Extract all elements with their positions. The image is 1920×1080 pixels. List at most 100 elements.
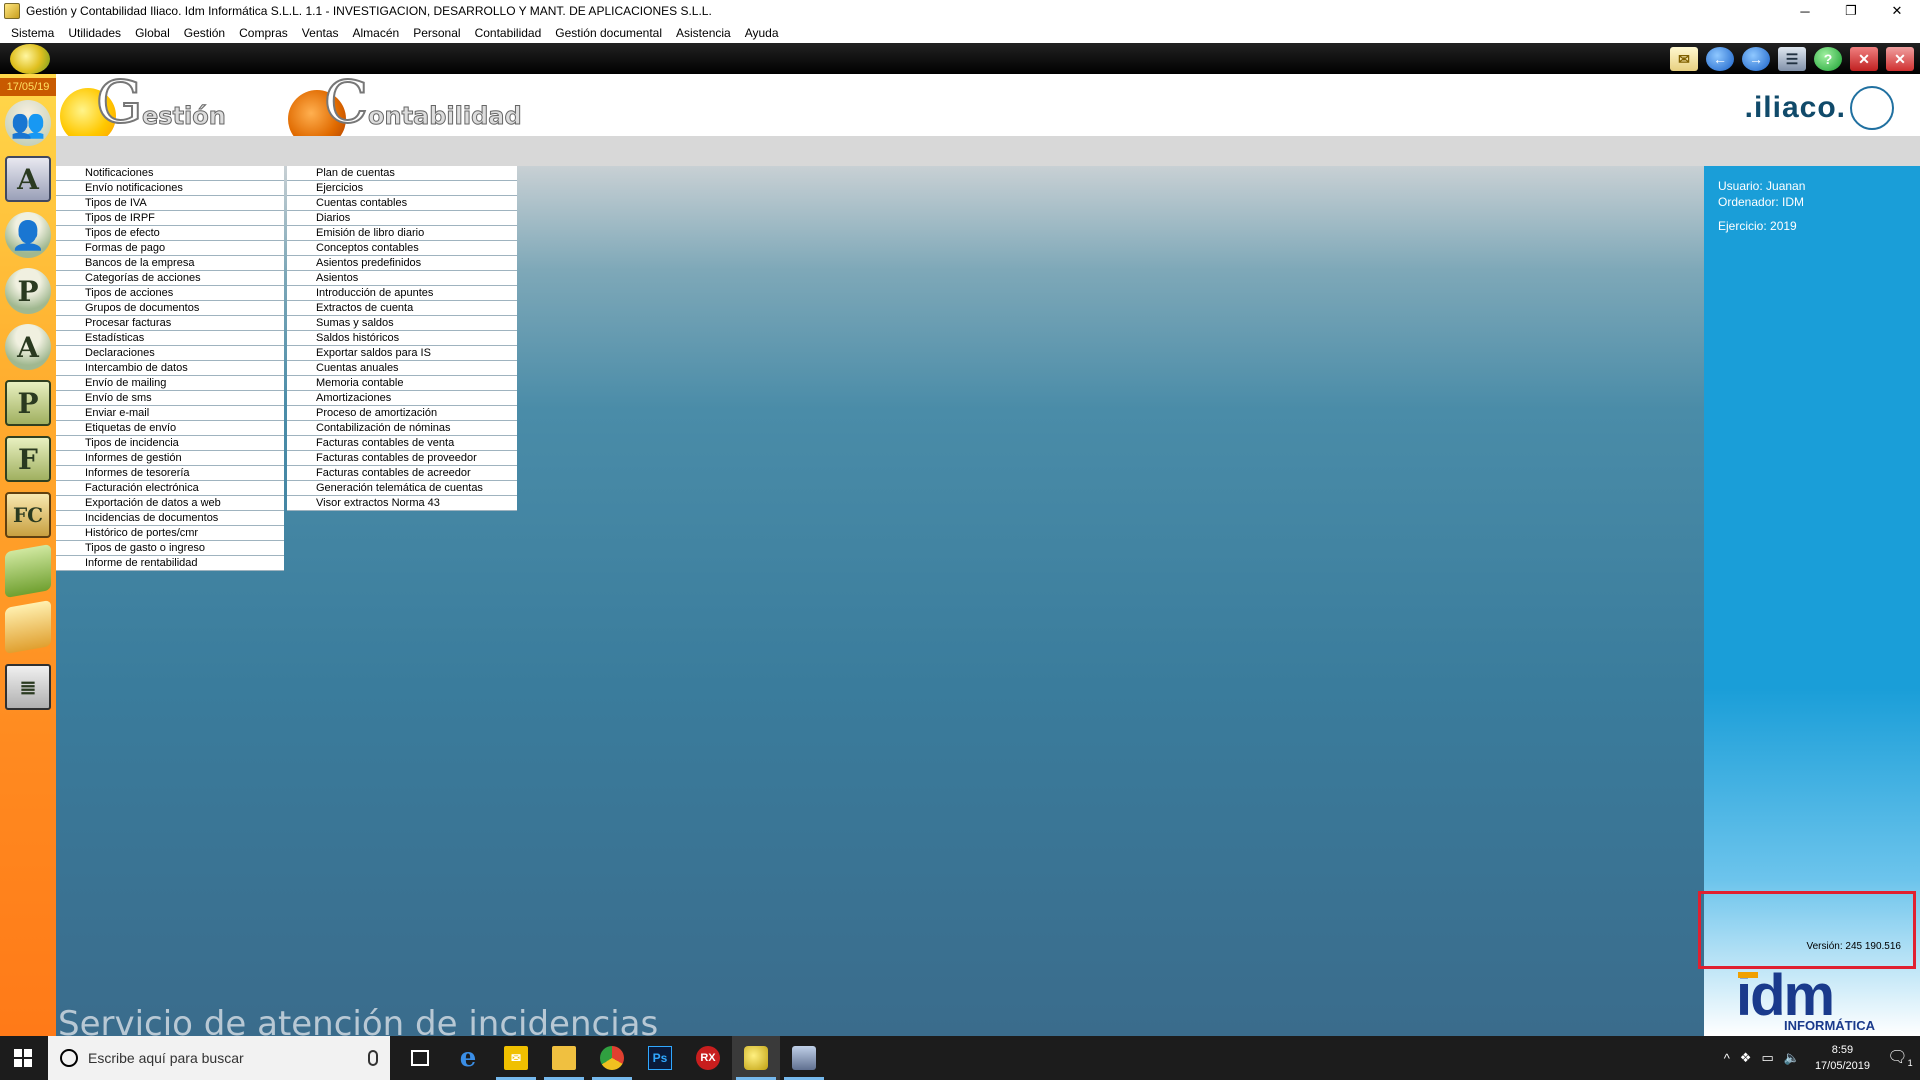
fc-document-icon[interactable]: FC <box>5 492 51 538</box>
menu-item-formas-de-pago[interactable]: Formas de pago <box>56 241 284 256</box>
minimize-button[interactable]: ─ <box>1782 0 1828 22</box>
menu-contabilidad[interactable]: Contabilidad <box>468 26 549 40</box>
taskbar-clock[interactable]: 8:59 17/05/2019 <box>1815 1042 1870 1074</box>
list-icon[interactable]: ☰ <box>1778 47 1806 71</box>
client-icon[interactable]: 👤 <box>5 212 51 258</box>
menu-item-cuentas-contables[interactable]: Cuentas contables <box>287 196 517 211</box>
menu-item-facturacion-electronica[interactable]: Facturación electrónica <box>56 481 284 496</box>
menu-item-amortizaciones[interactable]: Amortizaciones <box>287 391 517 406</box>
menu-item-envio-notificaciones[interactable]: Envío notificaciones <box>56 181 284 196</box>
agenda-a-icon[interactable]: A <box>5 156 51 202</box>
menu-item-cuentas-anuales[interactable]: Cuentas anuales <box>287 361 517 376</box>
menu-ventas[interactable]: Ventas <box>295 26 346 40</box>
menu-item-contabilizacion-de-nominas[interactable]: Contabilización de nóminas <box>287 421 517 436</box>
close-window-icon[interactable]: ✕ <box>1850 47 1878 71</box>
taskbar-file-explorer-button[interactable] <box>540 1036 588 1080</box>
menu-item-enviar-e-mail[interactable]: Enviar e-mail <box>56 406 284 421</box>
taskbar-chrome-button[interactable] <box>588 1036 636 1080</box>
menu-item-plan-de-cuentas[interactable]: Plan de cuentas <box>287 166 517 181</box>
shopping-bag-yellow-icon[interactable] <box>5 599 51 655</box>
menu-global[interactable]: Global <box>128 26 177 40</box>
menu-item-visor-extractos-norma-43[interactable]: Visor extractos Norma 43 <box>287 496 517 511</box>
provider-icon[interactable]: P <box>5 268 51 314</box>
menu-item-exportacion-de-datos-a-web[interactable]: Exportación de datos a web <box>56 496 284 511</box>
menu-almacen[interactable]: Almacén <box>346 26 407 40</box>
menu-item-asientos-predefinidos[interactable]: Asientos predefinidos <box>287 256 517 271</box>
forward-arrow-icon[interactable]: → <box>1742 47 1770 71</box>
help-icon[interactable]: ? <box>1814 47 1842 71</box>
menu-item-incidencias-de-documentos[interactable]: Incidencias de documentos <box>56 511 284 526</box>
shopping-bag-green-icon[interactable] <box>5 543 51 599</box>
menu-item-generacion-telematica-de-cuentas[interactable]: Generación telemática de cuentas <box>287 481 517 496</box>
microphone-icon[interactable] <box>368 1050 378 1066</box>
menu-item-tipos-de-acciones[interactable]: Tipos de acciones <box>56 286 284 301</box>
network-icon[interactable]: ▭ <box>1761 1050 1773 1066</box>
tray-chevron-icon[interactable]: ^ <box>1724 1051 1730 1066</box>
taskbar-edge-button[interactable]: e <box>444 1036 492 1080</box>
menu-compras[interactable]: Compras <box>232 26 295 40</box>
ledger-book-icon[interactable]: ≣ <box>5 664 51 710</box>
menu-item-facturas-contables-de-venta[interactable]: Facturas contables de venta <box>287 436 517 451</box>
dropbox-icon[interactable]: ❖ <box>1740 1050 1752 1066</box>
menu-item-historico-de-portes-cmr[interactable]: Histórico de portes/cmr <box>56 526 284 541</box>
menu-item-informes-de-tesoreria[interactable]: Informes de tesorería <box>56 466 284 481</box>
menu-item-notificaciones[interactable]: Notificaciones <box>56 166 284 181</box>
menu-item-informe-de-rentabilidad[interactable]: Informe de rentabilidad <box>56 556 284 571</box>
menu-item-envio-de-mailing[interactable]: Envío de mailing <box>56 376 284 391</box>
menu-utilidades[interactable]: Utilidades <box>61 26 128 40</box>
menu-item-sumas-y-saldos[interactable]: Sumas y saldos <box>287 316 517 331</box>
menu-item-tipos-de-irpf[interactable]: Tipos de IRPF <box>56 211 284 226</box>
agent-icon[interactable]: A <box>5 324 51 370</box>
menu-item-extractos-de-cuenta[interactable]: Extractos de cuenta <box>287 301 517 316</box>
menu-gestion[interactable]: Gestión <box>177 26 232 40</box>
menu-item-diarios[interactable]: Diarios <box>287 211 517 226</box>
menu-item-declaraciones[interactable]: Declaraciones <box>56 346 284 361</box>
menu-item-emision-de-libro-diario[interactable]: Emisión de libro diario <box>287 226 517 241</box>
menu-item-categorias-de-acciones[interactable]: Categorías de acciones <box>56 271 284 286</box>
menu-item-tipos-de-incidencia[interactable]: Tipos de incidencia <box>56 436 284 451</box>
menu-item-tipos-de-efecto[interactable]: Tipos de efecto <box>56 226 284 241</box>
menu-item-exportar-saldos-para-is[interactable]: Exportar saldos para IS <box>287 346 517 361</box>
menu-sistema[interactable]: Sistema <box>4 26 61 40</box>
restore-button[interactable]: ❐ <box>1828 0 1874 22</box>
menu-item-tipos-de-iva[interactable]: Tipos de IVA <box>56 196 284 211</box>
menu-item-informes-de-gestion[interactable]: Informes de gestión <box>56 451 284 466</box>
menu-item-estadisticas[interactable]: Estadísticas <box>56 331 284 346</box>
menu-gestion-documental[interactable]: Gestión documental <box>548 26 669 40</box>
notification-center-icon[interactable]: 🗨1 <box>1880 1047 1920 1068</box>
menu-item-bancos-de-la-empresa[interactable]: Bancos de la empresa <box>56 256 284 271</box>
taskbar-task-view-button[interactable] <box>396 1036 444 1080</box>
p-document-icon[interactable]: P <box>5 380 51 426</box>
start-button[interactable] <box>0 1036 46 1080</box>
menu-item-saldos-historicos[interactable]: Saldos históricos <box>287 331 517 346</box>
taskbar-scanner-app-button[interactable] <box>780 1036 828 1080</box>
menu-item-etiquetas-de-envio[interactable]: Etiquetas de envío <box>56 421 284 436</box>
menu-item-asientos[interactable]: Asientos <box>287 271 517 286</box>
menu-asistencia[interactable]: Asistencia <box>669 26 738 40</box>
menu-item-facturas-contables-de-proveedor[interactable]: Facturas contables de proveedor <box>287 451 517 466</box>
app-orb-icon[interactable] <box>10 44 50 74</box>
menu-item-ejercicios[interactable]: Ejercicios <box>287 181 517 196</box>
f-document-icon[interactable]: F <box>5 436 51 482</box>
menu-item-facturas-contables-de-acreedor[interactable]: Facturas contables de acreedor <box>287 466 517 481</box>
taskbar-search-box[interactable]: Escribe aquí para buscar <box>48 1036 390 1080</box>
users-group-icon[interactable]: 👥 <box>5 100 51 146</box>
mail-icon[interactable]: ✉ <box>1670 47 1698 71</box>
menu-item-grupos-de-documentos[interactable]: Grupos de documentos <box>56 301 284 316</box>
back-arrow-icon[interactable]: ← <box>1706 47 1734 71</box>
menu-item-procesar-facturas[interactable]: Procesar facturas <box>56 316 284 331</box>
menu-item-envio-de-sms[interactable]: Envío de sms <box>56 391 284 406</box>
taskbar-rx-app-button[interactable]: RX <box>684 1036 732 1080</box>
taskbar-photoshop-button[interactable]: Ps <box>636 1036 684 1080</box>
menu-item-introduccion-de-apuntes[interactable]: Introducción de apuntes <box>287 286 517 301</box>
volume-icon[interactable]: 🔈 <box>1784 1050 1800 1066</box>
menu-item-tipos-de-gasto-o-ingreso[interactable]: Tipos de gasto o ingreso <box>56 541 284 556</box>
menu-personal[interactable]: Personal <box>406 26 467 40</box>
menu-item-intercambio-de-datos[interactable]: Intercambio de datos <box>56 361 284 376</box>
exit-icon[interactable]: ✕ <box>1886 47 1914 71</box>
taskbar-mail-app-button[interactable]: ✉ <box>492 1036 540 1080</box>
menu-item-proceso-de-amortizacion[interactable]: Proceso de amortización <box>287 406 517 421</box>
close-button[interactable]: ✕ <box>1874 0 1920 22</box>
taskbar-gestion-contabilidad-app-button[interactable] <box>732 1036 780 1080</box>
menu-item-memoria-contable[interactable]: Memoria contable <box>287 376 517 391</box>
